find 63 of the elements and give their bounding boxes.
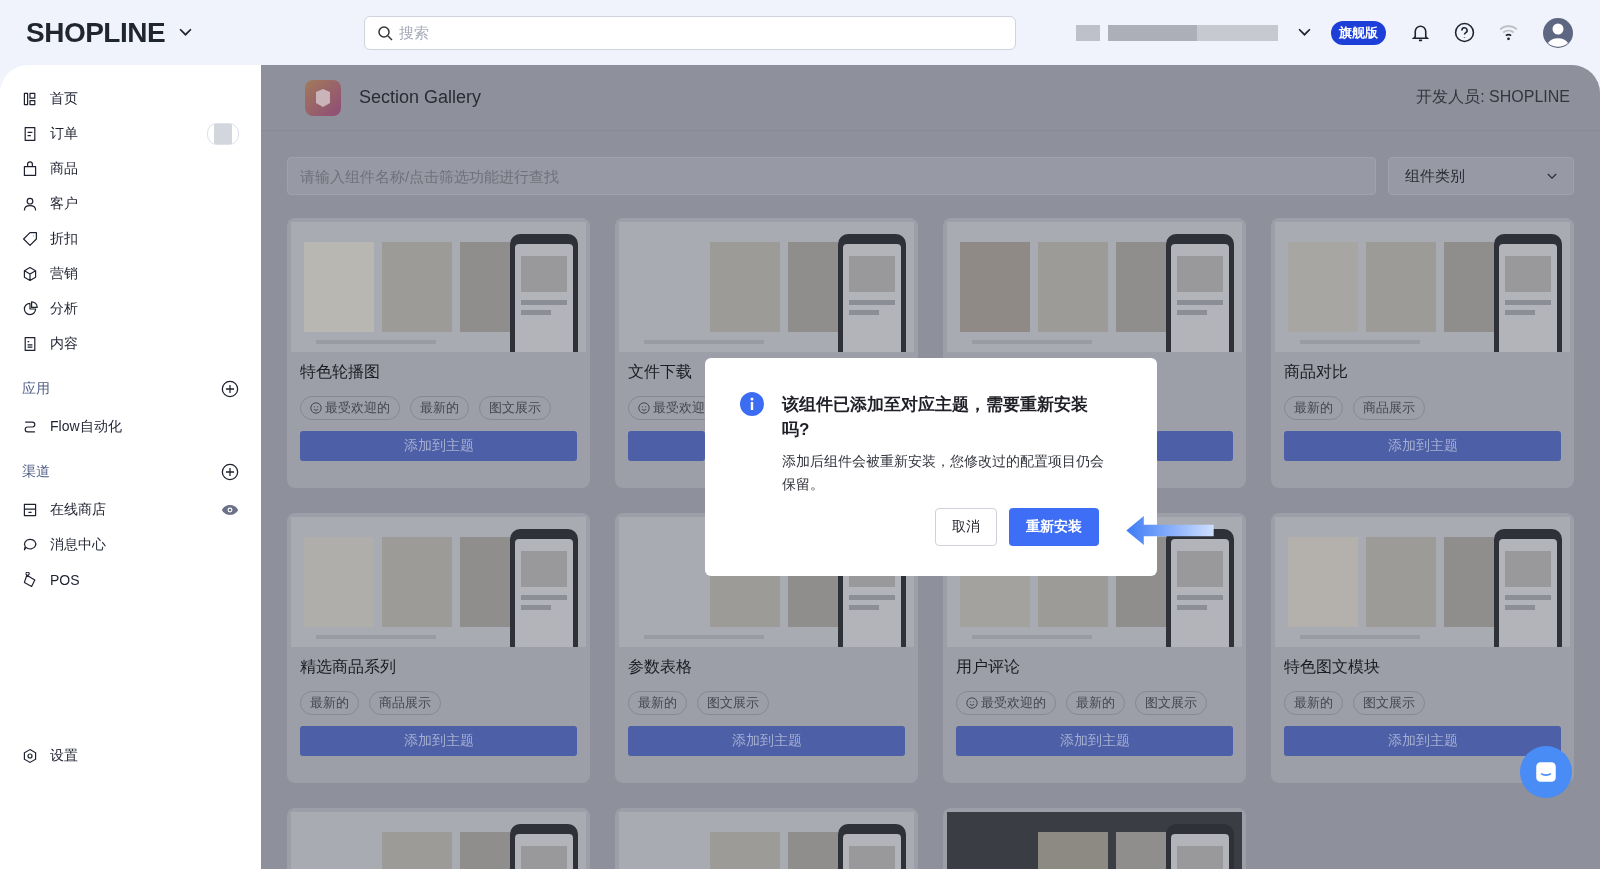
card-title: 商品对比: [1284, 363, 1348, 380]
add-icon[interactable]: [221, 463, 239, 481]
plan-badge: 旗舰版: [1331, 20, 1386, 45]
arrow-icon: [1126, 514, 1214, 547]
sidebar-item[interactable]: 商品: [22, 151, 261, 186]
tag-icon: [22, 230, 38, 247]
search-icon: [377, 24, 393, 41]
smile-icon: [638, 402, 650, 414]
store-icon: [22, 501, 38, 518]
sidebar-item[interactable]: POS: [22, 562, 261, 597]
card-title: 特色图文模块: [1284, 658, 1380, 675]
card-title: 参数表格: [628, 658, 692, 675]
bell-icon[interactable]: [1410, 22, 1431, 43]
card-title: 用户评论: [956, 658, 1020, 675]
document-icon: [22, 335, 38, 352]
info-icon: [740, 392, 764, 416]
sidebar-item[interactable]: 设置: [22, 738, 261, 773]
settings-icon: [22, 747, 38, 764]
chevron-down-icon[interactable]: [1298, 28, 1311, 37]
eye-icon[interactable]: [221, 503, 239, 516]
cancel-button[interactable]: 取消: [935, 508, 997, 546]
section-heading: 应用: [22, 380, 50, 398]
wifi-icon[interactable]: [1498, 22, 1519, 43]
developer-label: 开发人员: SHOPLINE: [1416, 87, 1570, 107]
dialog-title: 该组件已添加至对应主题，需要重新安装吗?: [782, 394, 1089, 441]
sidebar-item[interactable]: 订单: [22, 116, 261, 151]
cube-icon: [22, 265, 38, 282]
sidebar-item[interactable]: 营销: [22, 256, 261, 291]
blurred-count-badge: [207, 122, 239, 145]
grid-icon: [22, 90, 38, 107]
search-field[interactable]: 搜索: [364, 15, 1016, 50]
card-title: 文件下载: [628, 363, 692, 380]
category-dropdown[interactable]: 组件类别: [1388, 157, 1574, 195]
help-icon[interactable]: [1454, 22, 1475, 43]
sidebar-item[interactable]: 客户: [22, 186, 261, 221]
chevron-down-icon: [1547, 172, 1557, 180]
tag-icon: [22, 571, 38, 588]
smile-icon: [310, 402, 322, 414]
smile-icon: [966, 697, 978, 709]
chat-icon: [1533, 759, 1559, 785]
card-title: 精选商品系列: [300, 658, 396, 675]
sidebar-item[interactable]: 在线商店: [22, 492, 261, 527]
app-title: Section Gallery: [359, 87, 482, 108]
sidebar-item[interactable]: 首页: [22, 81, 261, 116]
person-icon: [22, 195, 38, 212]
section-heading: 渠道: [22, 463, 50, 481]
chevron-down-icon[interactable]: [179, 28, 193, 37]
avatar-icon[interactable]: [1542, 16, 1574, 49]
dialog-message: 添加后组件会被重新安装，您修改过的配置项目仍会保留。: [782, 452, 1105, 494]
document-icon: [22, 125, 38, 142]
bag-icon: [22, 160, 38, 177]
sidebar-item[interactable]: 分析: [22, 291, 261, 326]
pie-chart-icon: [22, 300, 38, 317]
reinstall-button[interactable]: 重新安装: [1009, 508, 1099, 546]
card-title: 特色轮播图: [300, 363, 380, 380]
app-logo-icon: [305, 79, 341, 116]
sidebar-item[interactable]: 折扣: [22, 221, 261, 256]
add-icon[interactable]: [221, 380, 239, 398]
sidebar-item[interactable]: 消息中心: [22, 527, 261, 562]
shopline-logo[interactable]: SHOPLINE: [26, 16, 166, 49]
chat-icon: [22, 536, 38, 553]
sidebar-item[interactable]: Flow自动化: [22, 409, 261, 444]
sidebar-item[interactable]: 内容: [22, 326, 261, 361]
